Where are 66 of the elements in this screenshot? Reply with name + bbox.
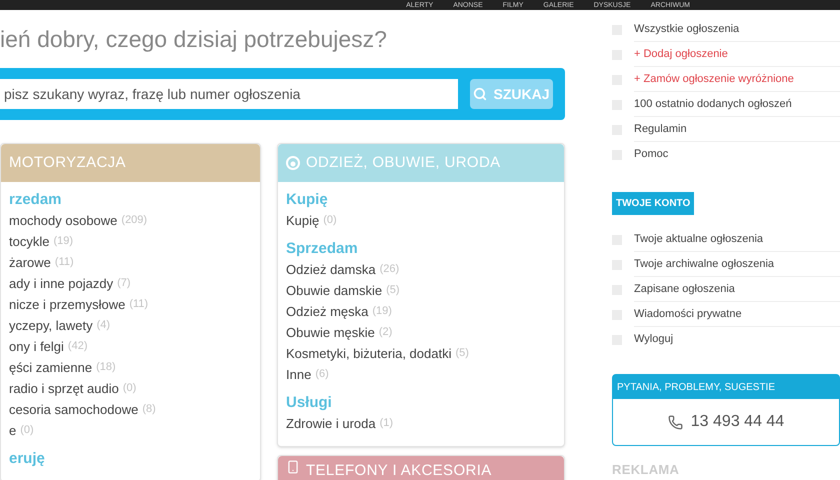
phone-icon: [668, 414, 683, 430]
category-link[interactable]: tocykle: [9, 232, 50, 252]
category-link[interactable]: ady i inne pojazdy: [9, 274, 114, 294]
category-link[interactable]: cesoria samochodowe: [9, 400, 138, 420]
item-count: (0): [122, 381, 136, 396]
item-count: (7): [117, 276, 131, 292]
card-title: TELEFONY I AKCESORIA: [306, 461, 492, 480]
sidebar-link[interactable]: Zapisane ogłoszenia: [634, 277, 840, 302]
item-count: (8): [142, 402, 156, 418]
category-link[interactable]: ony i felgi: [9, 336, 64, 356]
category-link[interactable]: Obuwie męskie: [286, 322, 375, 342]
card-title: MOTORYZACJA: [9, 152, 126, 173]
item-count: (2): [378, 325, 392, 340]
sidebar-link[interactable]: Regulamin: [634, 117, 840, 142]
category-link[interactable]: Odzież męska: [286, 302, 368, 322]
item-count: (18): [96, 360, 116, 376]
section-heading: Usługi: [286, 393, 333, 413]
card-title: ODZIEŻ, OBUWIE, URODA: [306, 152, 501, 173]
phone-number: 13 493 44 44: [690, 412, 784, 432]
category-link[interactable]: nicze i przemysłowe: [9, 294, 126, 314]
category-link[interactable]: radio i sprzęt audio: [9, 378, 119, 398]
circle-icon: [286, 156, 300, 170]
item-count: (11): [129, 297, 148, 312]
item-count: (19): [53, 234, 74, 250]
sidebar-link[interactable]: Pomoc: [634, 142, 840, 167]
item-count: (42): [68, 339, 88, 354]
item-count: (209): [121, 213, 148, 228]
item-count: (0): [323, 213, 337, 228]
item-count: (19): [372, 304, 392, 320]
section-heading: rzedam: [9, 190, 63, 210]
category-link[interactable]: Odzież damska: [286, 260, 376, 280]
section-badge: TWOJE KONTO: [612, 192, 694, 215]
sidebar-link[interactable]: Twoje archiwalne ogłoszenia: [634, 252, 840, 277]
item-count: (1): [380, 416, 394, 432]
greeting-heading: ień dobry, czego dzisiaj potrzebujesz?: [0, 24, 388, 54]
category-link[interactable]: Obuwie damskie: [286, 280, 382, 300]
category-link[interactable]: Zdrowie i uroda: [286, 414, 376, 434]
contact-title: PYTANIA, PROBLEMY, SUGESTIE: [617, 380, 776, 394]
section-heading: eruję: [9, 449, 46, 469]
category-link[interactable]: ęści zamienne: [9, 358, 92, 378]
category-link[interactable]: e: [9, 420, 16, 440]
sidebar-link[interactable]: + Zamów ogłoszenie wyróżnione: [634, 67, 840, 92]
category-link[interactable]: mochody osobowe: [9, 210, 118, 230]
item-count: (5): [386, 283, 400, 298]
item-count: (6): [315, 367, 329, 382]
item-count: (11): [54, 255, 74, 270]
item-count: (4): [96, 318, 110, 334]
item-count: (26): [380, 262, 400, 278]
sidebar-link[interactable]: Wiadomości prywatne: [634, 302, 840, 327]
item-count: (0): [20, 423, 34, 438]
category-link[interactable]: Inne: [286, 364, 312, 384]
section-heading: Sprzedam: [286, 239, 359, 259]
sidebar-link[interactable]: Wyloguj: [634, 327, 840, 352]
item-count: (5): [455, 346, 469, 362]
sidebar-link[interactable]: 100 ostatnio dodanych ogłoszeń: [634, 92, 840, 117]
search-icon: [473, 87, 488, 101]
search-field[interactable]: pisz szukany wyraz, frazę lub numer ogłoszenia: [0, 79, 458, 109]
sidebar-link[interactable]: + Dodaj ogłoszenie: [634, 42, 840, 67]
category-link[interactable]: Kosmetyki, biżuteria, dodatki: [286, 344, 452, 364]
sidebar-link[interactable]: Wszystkie ogłoszenia: [634, 17, 840, 42]
category-link[interactable]: żarowe: [9, 252, 51, 272]
phone-icon: [286, 460, 300, 474]
category-link[interactable]: Kupię: [286, 210, 320, 230]
sidebar-link[interactable]: Twoje aktualne ogłoszenia: [634, 227, 840, 252]
category-link[interactable]: yczepy, lawety: [9, 316, 93, 336]
section-heading: Kupię: [286, 190, 329, 210]
